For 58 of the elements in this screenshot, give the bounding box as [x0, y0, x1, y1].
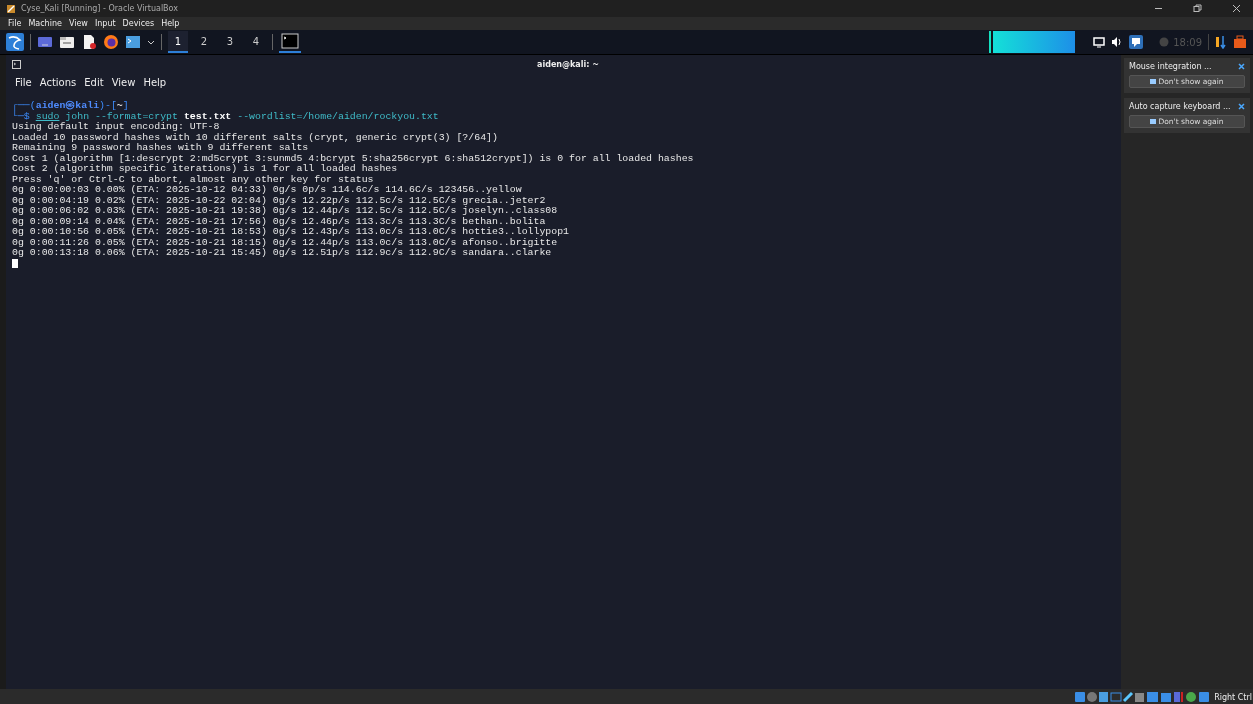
- terminal-task-button[interactable]: [279, 31, 301, 53]
- notification-title: Mouse integration ...: [1129, 62, 1212, 71]
- output-line: Using default input encoding: UTF-8: [12, 122, 221, 133]
- output-line: 0g 0:00:09:14 0.04% (ETA: 2025-10-21 17:56) 0g/s 12.46p/s 113.3c/s 113.3C/s bethan..bolita: [12, 216, 547, 227]
- output-line: Remaining 9 password hashes with 9 different salts: [12, 143, 310, 154]
- volume-icon[interactable]: [1111, 36, 1124, 48]
- text-cursor: [12, 258, 18, 268]
- menu-item[interactable]: File: [15, 76, 32, 88]
- output-line: Cost 2 (algorithm specific iterations) is 1 for all loaded hashes: [12, 164, 398, 175]
- briefcase-icon[interactable]: [1233, 35, 1247, 49]
- menu-item[interactable]: File: [8, 19, 22, 28]
- output-line: 0g 0:00:11:26 0.05% (ETA: 2025-10-21 18:15) 0g/s 12.44p/s 113.0c/s 113.0C/s afonso..brigitte: [12, 237, 559, 248]
- menu-item[interactable]: Machine: [28, 19, 62, 28]
- output-line: 0g 0:00:13:18 0.06% (ETA: 2025-10-21 15:45) 0g/s 12.51p/s 112.9c/s 112.9C/s sandara..clarke: [12, 248, 552, 259]
- caret-icon[interactable]: [147, 38, 155, 46]
- close-icon: [1231, 4, 1241, 13]
- menu-item[interactable]: Edit: [84, 76, 104, 88]
- terminal-icon: [281, 33, 299, 49]
- notification-icon[interactable]: [1129, 35, 1144, 49]
- workspace-tab[interactable]: 3: [220, 31, 240, 53]
- terminal-icon: [12, 59, 21, 69]
- restore-icon: [1192, 4, 1202, 13]
- output-line: Press 'q' or Ctrl-C to abort, almost any other key for status: [12, 174, 375, 185]
- menu-item[interactable]: Actions: [39, 76, 77, 88]
- menu-item[interactable]: Help: [143, 76, 167, 88]
- workspace-tab[interactable]: 4: [246, 31, 266, 53]
- output-line: 0g 0:00:04:19 0.02% (ETA: 2025-10-22 02:04) 0g/s 12.22p/s 112.5c/s 112.5C/s grecia..jeter2: [12, 195, 546, 206]
- terminal-title: aiden@kali: ~: [536, 59, 600, 69]
- workspace-tab[interactable]: 2: [194, 31, 214, 53]
- kali-menu-icon[interactable]: [6, 33, 24, 51]
- window-title: Cyse_Kali [Running] - Oracle VirtualBox: [21, 4, 178, 13]
- output-line: 0g 0:00:00:03 0.00% (ETA: 2025-10-12 04:33) 0g/s 0p/s 114.6c/s 114.6C/s 123456..yellow: [12, 185, 523, 196]
- menu-item[interactable]: View: [68, 19, 88, 28]
- close-icon[interactable]: [1238, 63, 1245, 70]
- desktop-icon[interactable]: [37, 34, 53, 50]
- close-icon[interactable]: [1238, 103, 1245, 110]
- app-icon: [6, 3, 16, 14]
- output-line: Cost 1 (algorithm [1:descrypt 2:md5crypt 3:sunmd5 4:bcrypt 5:sha256crypt 6:sha512crypt]) is 0 for all loaded hashes: [12, 153, 695, 164]
- menu-item[interactable]: View: [111, 76, 136, 88]
- sort-icon[interactable]: [1215, 35, 1227, 49]
- menu-item[interactable]: Input: [94, 19, 116, 28]
- command-line: └─$ sudo john --format=crypt test.txt --wordlist=/home/aiden/rockyou.txt: [12, 111, 440, 122]
- menu-item[interactable]: Help: [161, 19, 180, 28]
- output-line: 0g 0:00:06:02 0.03% (ETA: 2025-10-21 19:38) 0g/s 12.44p/s 112.5c/s 112.5C/s joselyn..class08: [12, 206, 559, 217]
- output-line: 0g 0:00:10:56 0.05% (ETA: 2025-10-21 18:53) 0g/s 12.43p/s 113.0c/s 113.0C/s hottie3..lollypop1: [12, 227, 571, 238]
- menu-item[interactable]: Devices: [122, 19, 155, 28]
- terminal-icon[interactable]: [125, 34, 141, 50]
- document-icon[interactable]: [81, 34, 97, 50]
- display-icon[interactable]: [1093, 36, 1106, 48]
- output-line: Loaded 10 password hashes with 10 different salts (crypt, generic crypt(3) [?/64]): [12, 132, 499, 143]
- notification-title: Auto capture keyboard ...: [1129, 102, 1231, 111]
- host-key-label: Right Ctrl: [1214, 692, 1252, 702]
- message-icon: [1150, 78, 1157, 85]
- folder-icon[interactable]: [59, 34, 75, 50]
- workspace-tab[interactable]: 1: [168, 31, 188, 53]
- message-icon: [1150, 118, 1157, 125]
- prompt-line: ┌──(aiden㉿kali)-[~]: [12, 101, 130, 111]
- browser-icon[interactable]: [103, 34, 119, 50]
